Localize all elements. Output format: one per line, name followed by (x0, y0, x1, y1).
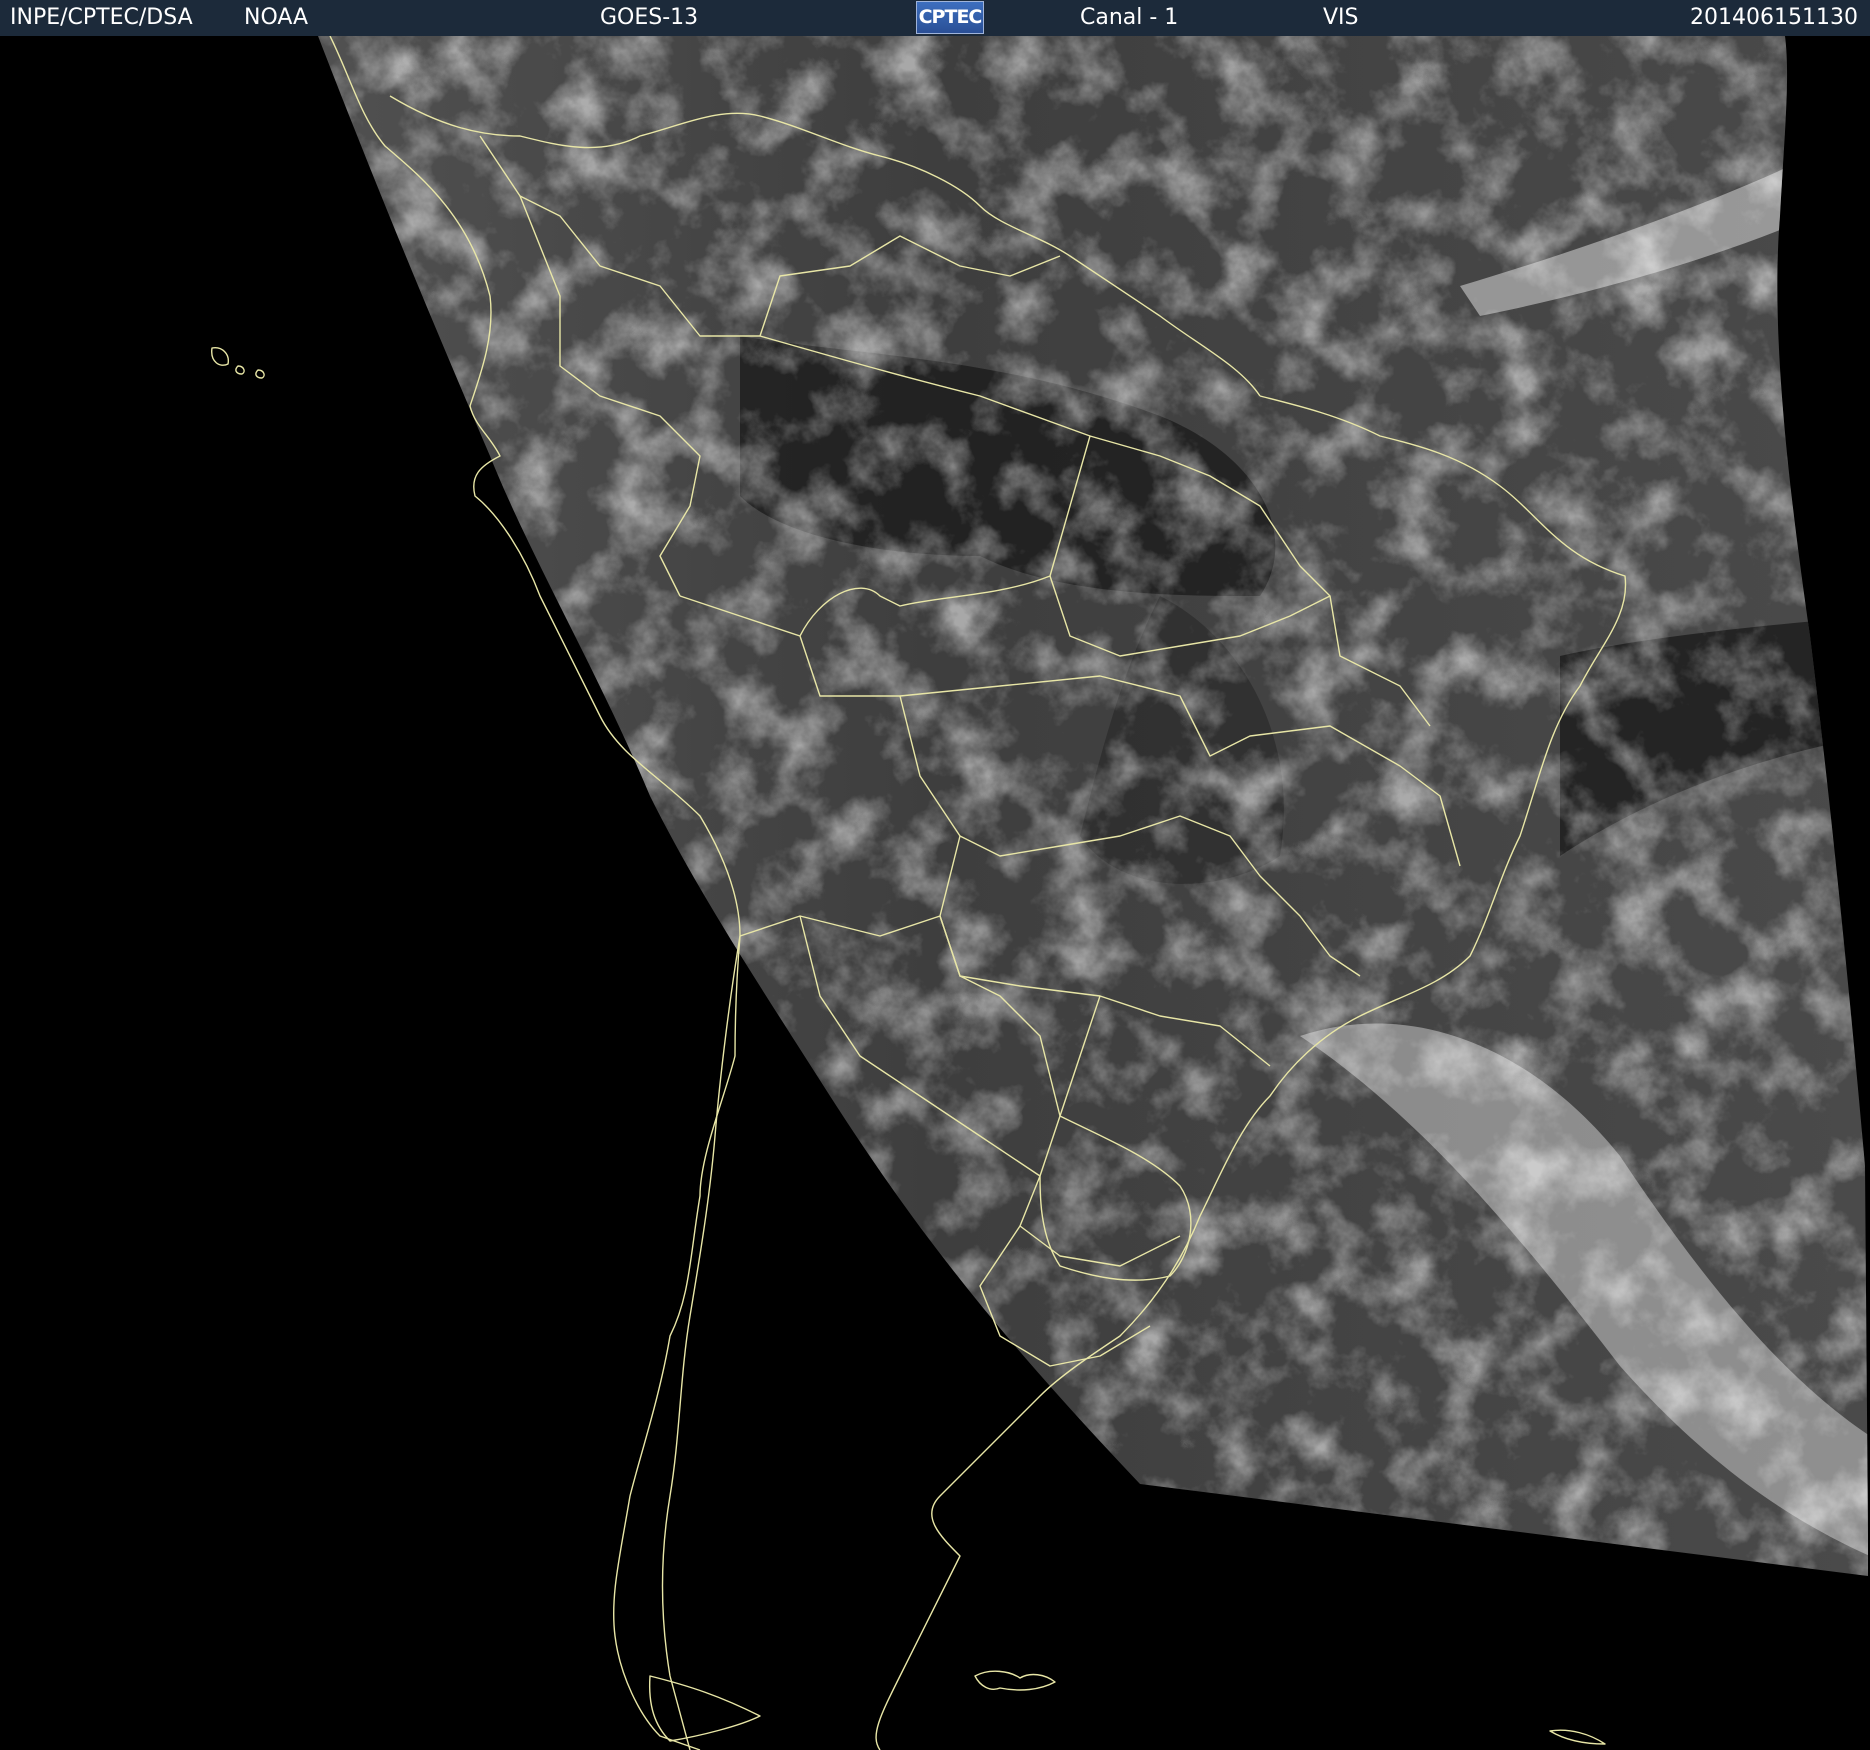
band-label: VIS (1323, 5, 1359, 30)
agency-label: INPE/CPTEC/DSA (10, 5, 193, 30)
image-header-bar: INPE/CPTEC/DSA NOAA GOES-13 CPTEC Canal … (0, 0, 1870, 36)
satellite-label: GOES-13 (600, 5, 699, 30)
channel-label: Canal - 1 (1080, 5, 1179, 30)
provider-label: NOAA (244, 5, 309, 30)
satellite-image (0, 36, 1870, 1750)
timestamp-label: 201406151130 (1690, 5, 1858, 30)
cptec-logo: CPTEC (916, 1, 984, 34)
